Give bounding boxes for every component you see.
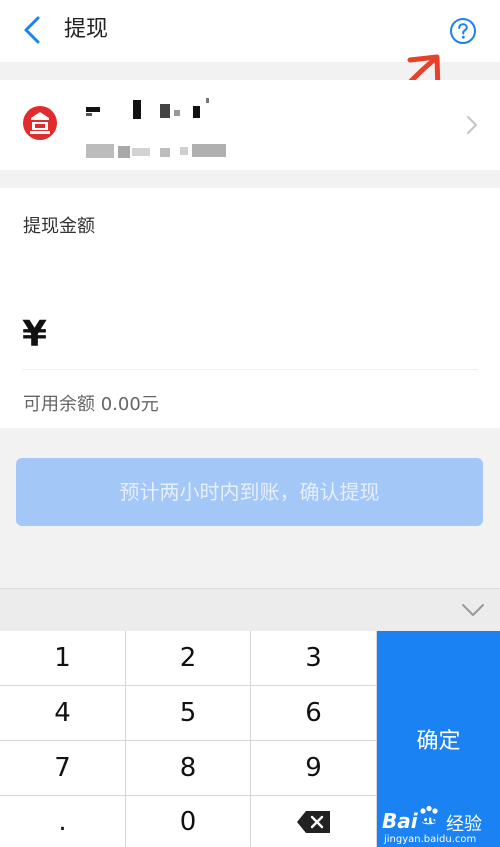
chevron-right-icon (467, 116, 477, 134)
back-button[interactable] (18, 14, 48, 46)
key-9[interactable]: 9 (251, 741, 376, 795)
amount-panel: 提现金额 ¥ 可用余额 0.00元 (0, 188, 500, 428)
keyboard-confirm-button[interactable]: 确定 (377, 631, 500, 847)
keyboard-toolbar (0, 588, 500, 631)
confirm-withdraw-button[interactable]: 预计两小时内到账，确认提现 (16, 458, 483, 526)
amount-input[interactable] (70, 312, 470, 358)
key-6[interactable]: 6 (251, 686, 376, 740)
key-1[interactable]: 1 (0, 631, 125, 685)
key-5[interactable]: 5 (126, 686, 250, 740)
key-3[interactable]: 3 (251, 631, 376, 685)
bank-logo-icon (23, 106, 57, 140)
key-delete[interactable] (251, 796, 376, 847)
numeric-keyboard: 1 2 3 4 5 6 7 8 9 . 0 确定 (0, 631, 500, 847)
chevron-left-icon (24, 16, 40, 44)
key-dot[interactable]: . (0, 796, 125, 847)
divider (22, 369, 478, 370)
withdraw-screen: 提现 提现金额 ¥ 可用余额 0.00元 预计两小时内到账，确认提现 1 2 3… (0, 0, 500, 847)
currency-symbol: ¥ (22, 314, 48, 355)
key-2[interactable]: 2 (126, 631, 250, 685)
key-4[interactable]: 4 (0, 686, 125, 740)
key-0[interactable]: 0 (126, 796, 250, 847)
key-7[interactable]: 7 (0, 741, 125, 795)
bank-card-selector[interactable] (0, 80, 500, 170)
amount-label: 提现金额 (23, 216, 95, 237)
top-nav-bar: 提现 (0, 0, 500, 62)
question-circle-icon (450, 18, 476, 44)
available-balance: 可用余额 0.00元 (23, 394, 159, 415)
backspace-icon (296, 810, 330, 833)
help-button[interactable] (449, 17, 477, 45)
chevron-down-icon[interactable] (460, 599, 486, 621)
page-title: 提现 (64, 17, 109, 42)
key-8[interactable]: 8 (126, 741, 250, 795)
